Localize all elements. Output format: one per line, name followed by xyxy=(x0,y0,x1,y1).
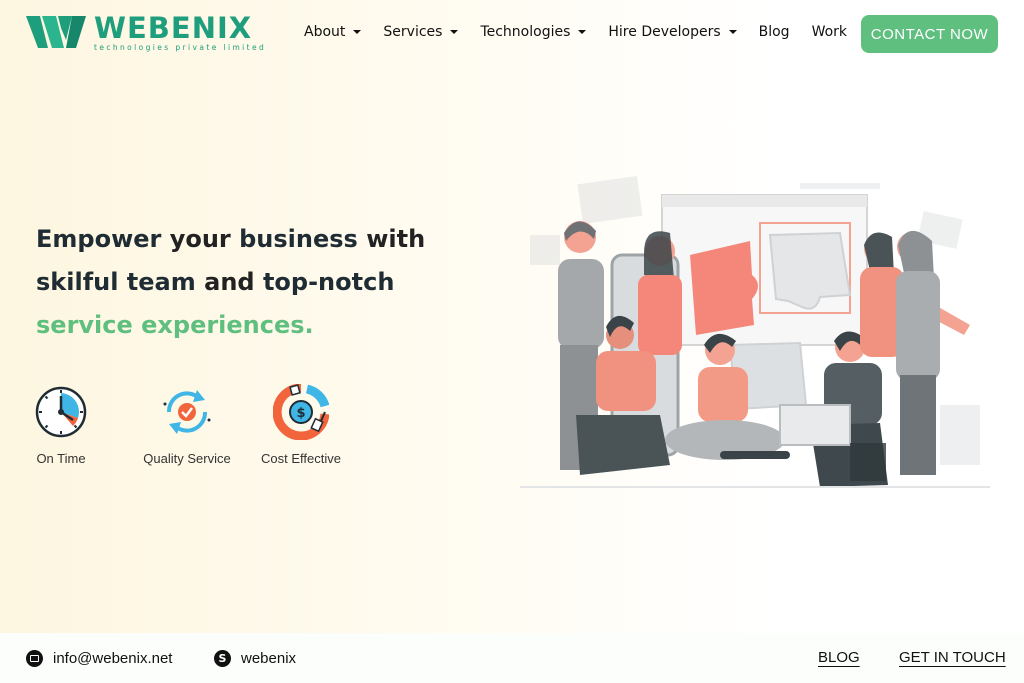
get-in-touch-link[interactable]: GET IN TOUCH xyxy=(899,649,1006,666)
caret-down-icon xyxy=(353,30,362,34)
email-text: info@webenix.net xyxy=(53,650,173,667)
svg-text:$: $ xyxy=(296,406,305,421)
brand-logo[interactable]: WEBENIX technologies private limited xyxy=(26,14,266,52)
nav-item-label: Services xyxy=(383,24,443,40)
quality-cycle-icon xyxy=(163,390,211,434)
hero-word-top-notch: top-notch xyxy=(262,268,395,296)
contact-now-button[interactable]: CONTACT NOW xyxy=(861,15,998,53)
feature-cost-effective: $ Cost Effective xyxy=(254,384,348,466)
hero-accent-line: service experiences. xyxy=(36,311,314,339)
hero-word-empower: Empower xyxy=(36,225,162,253)
site-header: WEBENIX technologies private limited Abo… xyxy=(0,0,1024,70)
nav-item-technologies[interactable]: Technologies xyxy=(480,24,587,40)
feature-quality-service: Quality Service xyxy=(132,384,242,466)
nav-item-services[interactable]: Services xyxy=(383,24,459,40)
caret-down-icon xyxy=(450,30,459,34)
nav-item-label: Work xyxy=(811,24,848,40)
email-link[interactable]: info@webenix.net xyxy=(26,650,172,667)
skype-text: webenix xyxy=(241,650,297,667)
nav-item-label: Technologies xyxy=(480,24,571,40)
feature-label: On Time xyxy=(36,451,86,466)
skype-link[interactable]: S webenix xyxy=(214,650,296,667)
caret-down-icon xyxy=(728,30,737,34)
brand-name: WEBENIX xyxy=(94,11,253,45)
contact-bar: info@webenix.net S webenix BLOG GET IN T… xyxy=(0,633,1024,683)
nav-item-label: Blog xyxy=(758,24,790,40)
team-puzzle-illustration xyxy=(520,176,990,488)
feature-on-time: On Time xyxy=(30,384,92,466)
hero-text: your xyxy=(161,225,240,253)
nav-item-hire-developers[interactable]: Hire Developers xyxy=(608,24,737,40)
feature-list: On Time Quality Service $ Cost Effective xyxy=(30,384,348,466)
nav-item-work[interactable]: Work xyxy=(812,24,847,40)
nav-item-label: Hire Developers xyxy=(608,24,721,40)
nav-item-label: About xyxy=(304,24,346,40)
brand-tagline: technologies private limited xyxy=(94,43,267,52)
hero-text: and xyxy=(195,268,263,296)
webenix-logo-icon xyxy=(26,16,86,48)
main-nav: About Services Technologies Hire Develop… xyxy=(304,24,869,40)
hero-heading: Empower your business with skilful team … xyxy=(36,218,425,347)
blog-link[interactable]: BLOG xyxy=(818,649,860,666)
cost-dollar-icon: $ xyxy=(273,384,329,440)
feature-label: Cost Effective xyxy=(261,451,341,466)
email-icon xyxy=(26,650,43,667)
hero-word-skilful-team: skilful team xyxy=(36,268,196,296)
feature-label: Quality Service xyxy=(143,451,231,466)
hero-text: with xyxy=(357,225,426,253)
skype-icon: S xyxy=(214,650,231,667)
nav-item-about[interactable]: About xyxy=(304,24,362,40)
caret-down-icon xyxy=(578,30,587,34)
hero-word-business: business xyxy=(239,225,358,253)
clock-icon xyxy=(35,386,87,438)
nav-item-blog[interactable]: Blog xyxy=(759,24,790,40)
